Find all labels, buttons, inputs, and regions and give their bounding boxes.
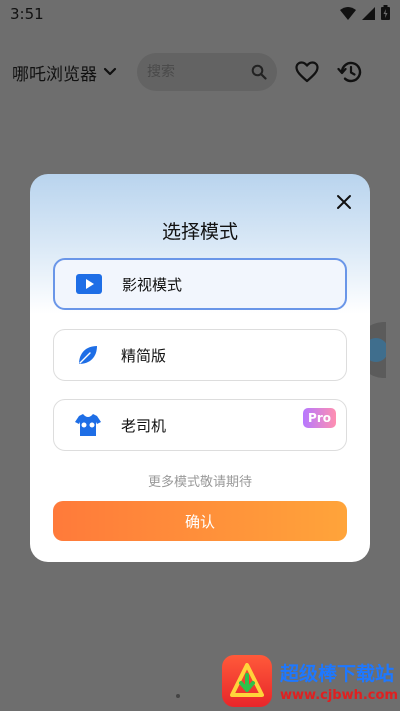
search-box[interactable]	[137, 53, 277, 91]
watermark: 超级棒下载站 www.cjbwh.com	[222, 652, 400, 710]
status-icons	[340, 4, 390, 24]
signal-icon	[362, 5, 375, 24]
dialog-title: 选择模式	[161, 221, 238, 243]
watermark-text: 超级棒下载站 www.cjbwh.com	[280, 659, 398, 703]
option-video-mode[interactable]: 影视模式	[53, 258, 347, 310]
watermark-url: www.cjbwh.com	[280, 688, 398, 703]
option-lite-mode[interactable]: 精简版	[53, 329, 347, 381]
option-label: 影视模式	[122, 275, 183, 294]
download-logo-icon	[222, 655, 272, 707]
close-icon[interactable]	[336, 194, 352, 214]
heart-icon[interactable]	[295, 61, 319, 83]
more-modes-text: 更多模式敬请期待	[147, 475, 252, 490]
option-driver-mode[interactable]: 老司机 Pro	[53, 399, 347, 451]
tshirt-icon	[74, 411, 102, 439]
history-icon[interactable]	[337, 60, 363, 84]
option-label: 老司机	[121, 416, 167, 435]
search-icon[interactable]	[251, 64, 267, 80]
pro-badge: Pro	[303, 408, 336, 428]
status-time: 3:51	[10, 5, 44, 23]
option-label: 精简版	[121, 346, 167, 365]
confirm-button[interactable]: 确认	[53, 501, 347, 541]
mode-dialog: 选择模式 影视模式 精简版 老司机 Pro 更多模式敬请期待 确认	[30, 174, 370, 562]
watermark-name: 超级棒下载站	[280, 663, 395, 685]
status-bar: 3:51	[0, 0, 400, 28]
leaf-icon	[74, 341, 102, 369]
app-bar: 哪吒浏览器	[0, 50, 400, 94]
battery-icon	[381, 4, 390, 24]
search-input[interactable]	[147, 64, 243, 80]
browser-title[interactable]: 哪吒浏览器	[12, 60, 97, 85]
close-button[interactable]	[332, 192, 356, 216]
play-icon	[75, 270, 103, 298]
chevron-down-icon[interactable]	[103, 67, 117, 77]
nav-dot	[176, 694, 180, 698]
wifi-icon	[340, 5, 356, 24]
